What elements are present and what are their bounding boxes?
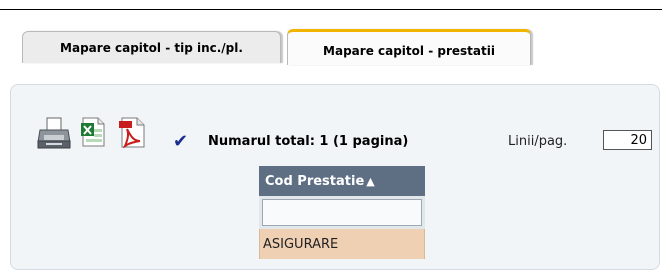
check-icon: ✔ <box>173 131 189 152</box>
pdf-icon[interactable] <box>118 117 146 150</box>
column-header-label: Cod Prestatie <box>265 173 365 189</box>
tab-mapare-capitol-prestatii[interactable]: Mapare capitol - prestatii <box>287 29 531 65</box>
table-cell: ASIGURARE <box>263 236 339 252</box>
rows-per-page-input[interactable] <box>603 130 652 150</box>
printer-icon[interactable] <box>37 116 71 150</box>
filter-input[interactable] <box>262 199 422 226</box>
tab-label: Mapare capitol - tip inc./pl. <box>60 40 243 55</box>
sort-ascending-icon: ▲ <box>366 174 375 188</box>
excel-icon[interactable] <box>80 117 106 147</box>
column-header-cod-prestatie[interactable]: Cod Prestatie ▲ <box>259 166 425 196</box>
top-divider <box>0 9 662 10</box>
table-row[interactable]: ASIGURARE <box>259 229 425 259</box>
data-grid: Cod Prestatie ▲ ASIGURARE <box>259 166 425 259</box>
tab-mapare-capitol-tip[interactable]: Mapare capitol - tip inc./pl. <box>22 31 281 63</box>
tab-label: Mapare capitol - prestatii <box>323 44 495 58</box>
column-filter <box>259 196 425 229</box>
rows-per-page-label: Linii/pag. <box>508 134 568 149</box>
total-count-text: Numarul total: 1 (1 pagina) <box>208 134 409 149</box>
